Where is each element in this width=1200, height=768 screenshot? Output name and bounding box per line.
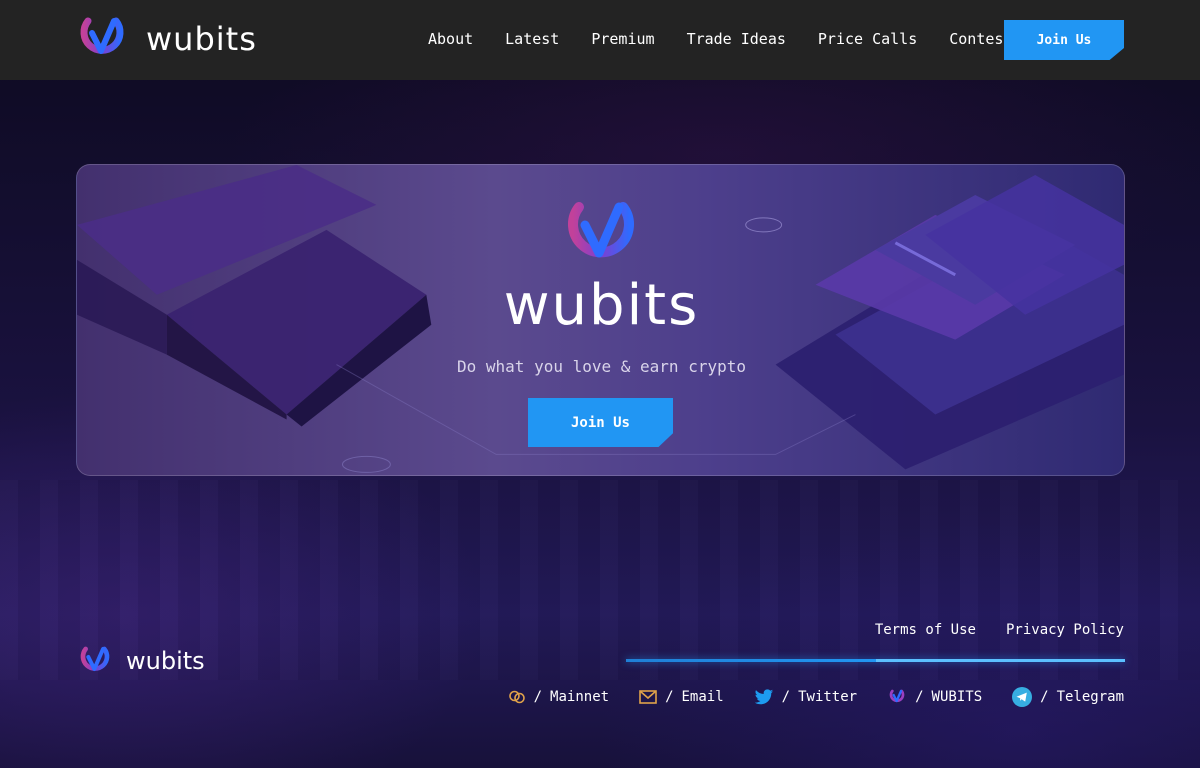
social-wubits[interactable]: / WUBITS xyxy=(887,689,982,705)
social-label: Email xyxy=(681,689,724,705)
social-label: Telegram xyxy=(1056,689,1124,705)
footer-brand-name: wubits xyxy=(126,647,205,675)
terms-of-use-link[interactable]: Terms of Use xyxy=(875,622,976,638)
header-brand[interactable]: wubits xyxy=(74,15,257,63)
brand-name: wubits xyxy=(146,20,257,58)
social-label: WUBITS xyxy=(931,689,983,705)
social-label: Mainnet xyxy=(550,689,610,705)
social-label: Twitter xyxy=(798,689,858,705)
social-email[interactable]: / Email xyxy=(639,689,724,705)
hero-tagline: Do what you love & earn crypto xyxy=(457,357,746,376)
nav-latest[interactable]: Latest xyxy=(505,30,559,48)
separator: / xyxy=(533,689,543,705)
header-join-button[interactable]: Join Us xyxy=(1004,20,1124,60)
footer-divider xyxy=(626,659,1125,662)
nav-price-calls[interactable]: Price Calls xyxy=(818,30,917,48)
hero-logo-icon xyxy=(568,202,634,258)
privacy-policy-link[interactable]: Privacy Policy xyxy=(1006,622,1124,638)
wubits-icon xyxy=(889,689,905,703)
separator: / xyxy=(665,689,674,705)
nav-premium[interactable]: Premium xyxy=(591,30,654,48)
footer-brand[interactable]: wubits xyxy=(76,645,205,677)
hero-banner: wubits Do what you love & earn crypto Jo… xyxy=(76,164,1125,476)
main-nav: About Latest Premium Trade Ideas Price C… xyxy=(428,30,1022,48)
social-twitter[interactable]: / Twitter xyxy=(754,688,858,706)
social-mainnet[interactable]: / Mainnet xyxy=(508,689,609,705)
nav-trade-ideas[interactable]: Trade Ideas xyxy=(687,30,786,48)
nav-about[interactable]: About xyxy=(428,30,473,48)
telegram-icon xyxy=(1012,687,1033,707)
separator: / xyxy=(781,689,791,705)
hero-brand-name: wubits xyxy=(503,273,700,338)
site-header: wubits About Latest Premium Trade Ideas … xyxy=(0,0,1200,80)
legal-links: Terms of Use Privacy Policy xyxy=(875,622,1124,638)
email-icon xyxy=(639,690,657,704)
wubits-logo-icon xyxy=(80,17,124,54)
mainnet-icon xyxy=(508,690,525,704)
hero-join-button[interactable]: Join Us xyxy=(528,398,673,447)
social-telegram[interactable]: / Telegram xyxy=(1012,687,1124,707)
twitter-icon xyxy=(754,688,773,704)
footer-logo-icon xyxy=(80,646,110,671)
social-links: / Mainnet / Email / Twitter / WUBITS / T… xyxy=(508,687,1124,707)
separator: / xyxy=(1040,689,1049,705)
separator: / xyxy=(915,689,924,705)
